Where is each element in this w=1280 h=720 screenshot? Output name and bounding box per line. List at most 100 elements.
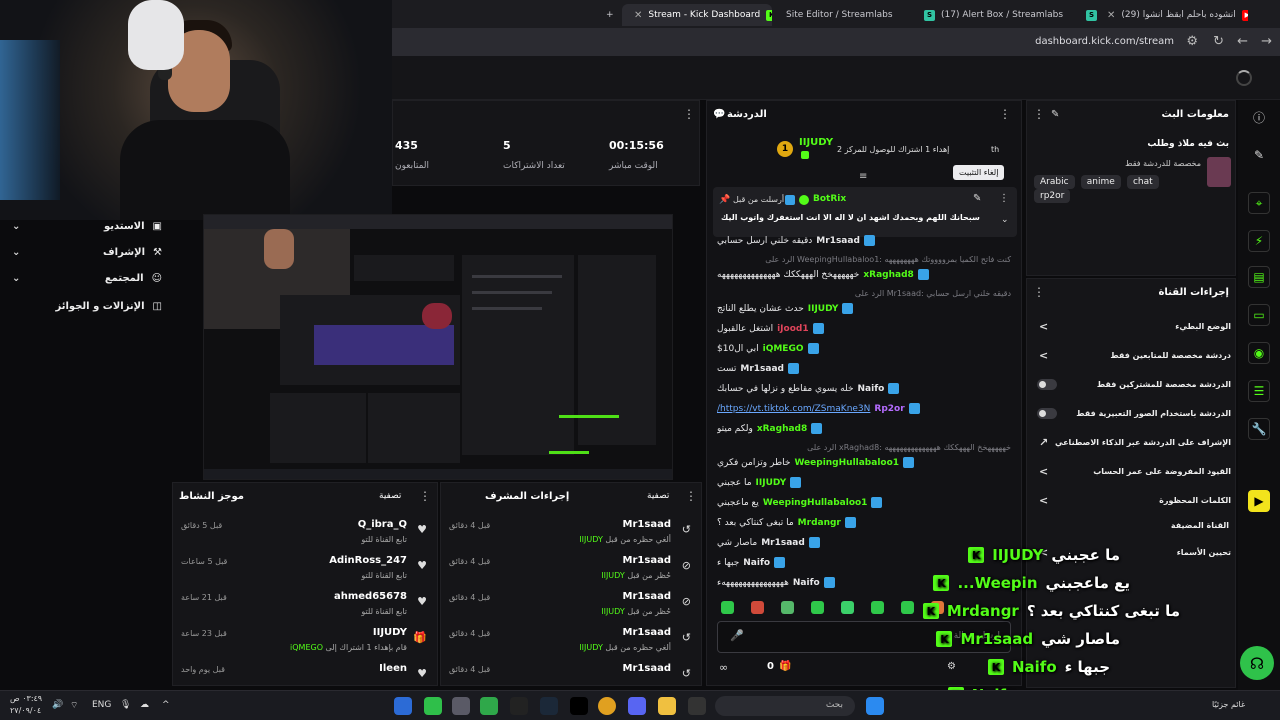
chevron-down-icon[interactable]: ⌄ (1001, 215, 1009, 225)
chat-username[interactable]: Naifo (793, 578, 820, 588)
chat-username[interactable]: xRaghad8 (863, 270, 913, 280)
emote-icon[interactable] (811, 601, 824, 614)
support-headset-icon[interactable]: ☊ (1240, 646, 1274, 680)
chat-message[interactable]: WeepingHullabaloo1 خاطر وتزامن فكري (717, 457, 1011, 468)
edit-icon[interactable]: ✎ (1248, 144, 1270, 166)
chat-message[interactable]: Naifo جبها ء (717, 557, 1011, 568)
mic-icon[interactable]: 🎙 (120, 700, 131, 710)
list-icon[interactable]: ▤ (1248, 266, 1270, 288)
activity-user[interactable]: IIJUDY (373, 627, 407, 638)
chat-message[interactable]: Mr1saad تست (717, 363, 1011, 374)
site-settings-icon[interactable]: ⚙ (1186, 34, 1198, 49)
emote-icon[interactable] (721, 601, 734, 614)
activity-item[interactable]: ♥ AdinRoss_247 تابع القناة للتو قبل 5 ساعات (173, 551, 437, 587)
mod-target-user[interactable]: Mr1saad (623, 627, 671, 638)
chat-username[interactable]: xRaghad8 (757, 424, 807, 434)
settings-app-icon[interactable] (452, 697, 470, 715)
setting-followers-only[interactable]: < دردشة مخصصة للمتابعين فقط (1033, 344, 1231, 366)
activity-sub-user[interactable]: iQMEGO (290, 643, 323, 652)
app-icon[interactable] (570, 697, 588, 715)
file-explorer-icon[interactable] (658, 697, 676, 715)
mod-by-user[interactable]: IIJUDY (579, 643, 603, 652)
chat-username[interactable]: Mrdangr (798, 518, 841, 528)
chat-link[interactable]: https://vt.tiktok.com/ZSmaKne3N/ (717, 404, 870, 414)
clip-icon[interactable]: ⌖ (1248, 192, 1270, 214)
chat-username[interactable]: Mr1saad (761, 538, 805, 548)
setting-banned-words[interactable]: < الكلمات المحظورة (1033, 489, 1231, 511)
chat-message[interactable]: Mrdangr ما تبغى كنتاكي بعد ؟ (717, 517, 1011, 528)
app-icon[interactable] (688, 697, 706, 715)
unpin-icon[interactable]: ✎ (973, 193, 981, 204)
tab-alert-box[interactable]: S (17) Alert Box / Streamlabs (916, 4, 1076, 26)
mod-action-item[interactable]: ⊘ Mr1saad IIJUDY حُظر من قبل قبل 4 دقائق (441, 551, 701, 587)
filter-button[interactable]: تصفية (379, 491, 401, 501)
taskbar-search[interactable]: بحث (715, 696, 855, 716)
windows-start-icon[interactable] (866, 697, 884, 715)
more-icon[interactable]: ⋮ (685, 489, 697, 503)
xbox-icon[interactable] (480, 697, 498, 715)
onedrive-icon[interactable]: ☁ (140, 700, 149, 710)
activity-item[interactable]: ♥ Q_ibra_Q تابع القناة للتو قبل 5 دقائق (173, 515, 437, 551)
setting-subscribers-only[interactable]: الدردشة مخصصة للمشتركين فقط (1033, 373, 1231, 395)
chat-username[interactable]: IIJUDY (808, 304, 839, 314)
chat-username[interactable]: Naifo (743, 558, 770, 568)
setting-slow-mode[interactable]: < الوضع البطيء (1033, 315, 1231, 337)
chat-message[interactable]: Naifo خله يسوي مقاطع و نزلها في حسابك (717, 383, 1011, 394)
chat-username[interactable]: Mr1saad (740, 364, 784, 374)
chat-message[interactable]: Rp2or https://vt.tiktok.com/ZSmaKne3N/ (717, 403, 1011, 414)
chat-message[interactable]: Mr1saad دقيقه خلني ارسل حسابي (717, 235, 1011, 246)
chat-message[interactable]: IIJUDY ما عجبني (717, 477, 1011, 488)
mod-by-user[interactable]: IIJUDY (601, 571, 625, 580)
more-icon[interactable]: ⋮ (1033, 285, 1045, 299)
edit-icon[interactable]: ✎ (1051, 109, 1059, 120)
epic-games-icon[interactable] (510, 697, 528, 715)
mic-icon[interactable]: 🎤 (730, 629, 744, 642)
emote-icon[interactable] (871, 601, 884, 614)
sidebar-item-community[interactable]: ⌄ المجتمع ☺ (10, 268, 162, 288)
more-icon[interactable]: ⋮ (999, 193, 1009, 204)
wrench-icon[interactable]: 🔧 (1248, 418, 1270, 440)
activity-user[interactable]: ahmed65678 (334, 591, 407, 602)
chat-message[interactable]: xRaghad8 ولكم ميتو (717, 423, 1011, 434)
mod-by-user[interactable]: IIJUDY (601, 607, 625, 616)
chat-username[interactable]: iJood1 (777, 324, 809, 334)
filter-button[interactable]: تصفية (647, 491, 669, 501)
lightning-icon[interactable]: ⚡ (1248, 230, 1270, 252)
chat-username[interactable]: WeepingHullabaloo1 (763, 498, 868, 508)
sidebar-item-drops[interactable]: الإنزالات و الجوائز ◫ (10, 296, 162, 316)
tab-youtube[interactable]: S ✕ (29) انشوده باحلم ابقظ انشوا ▶ (1078, 4, 1248, 26)
more-icon[interactable]: ⋮ (1033, 107, 1045, 121)
chat-username[interactable]: Naifo (858, 384, 885, 394)
sidebar-item-studio[interactable]: ⌄ الاستديو ▣ (10, 216, 162, 236)
chat-username[interactable]: Rp2or (874, 404, 904, 414)
more-icon[interactable]: ⋮ (683, 107, 695, 121)
subscribers-only-toggle[interactable] (1037, 378, 1057, 390)
setting-ai-moderation[interactable]: ↗ الإشراف على الدردشة عبر الذكاء الاصطنا… (1033, 431, 1231, 453)
forward-icon[interactable]: → (1261, 34, 1272, 49)
mod-action-item[interactable]: ↺ Mr1saad IIJUDY ألغي حظره من قبل قبل 4 دقا… (441, 623, 701, 659)
mod-target-user[interactable]: Mr1saad (623, 663, 671, 674)
close-icon[interactable]: ✕ (1107, 10, 1115, 21)
emote-icon[interactable] (781, 601, 794, 614)
mod-by-user[interactable]: IIJUDY (579, 535, 603, 544)
app-icon[interactable] (394, 697, 412, 715)
settings-icon[interactable]: ☰ (1248, 380, 1270, 402)
activity-user[interactable]: Q_ibra_Q (358, 519, 407, 530)
mod-target-user[interactable]: Mr1saad (623, 591, 671, 602)
volume-icon[interactable]: 🔊 (52, 700, 63, 710)
activity-item[interactable]: 🎁 IIJUDY iQMEGO قام بإهداء 1 اشتراك إلى قبل… (173, 623, 437, 659)
more-icon[interactable]: ⋮ (999, 107, 1011, 121)
discord-icon[interactable] (628, 697, 646, 715)
info-icon[interactable]: ⓘ (1248, 106, 1270, 128)
clips-icon[interactable]: ▶ (1248, 490, 1270, 512)
mod-action-item[interactable]: ⊘ Mr1saad IIJUDY حُظر من قبل قبل 4 دقائق (441, 587, 701, 623)
gift-icon[interactable]: 🎁 (779, 661, 791, 672)
url-field[interactable]: dashboard.kick.com/stream (1035, 36, 1174, 47)
mod-action-item[interactable]: ↺ Mr1saad IIJUDY ألغي حظره من قبل قبل 4 دقا… (441, 515, 701, 551)
wifi-icon[interactable]: ⌔ (70, 700, 78, 711)
chat-message[interactable]: xRaghad8 خهههههخخ الهههككك هههههههههههههه… (717, 269, 1011, 280)
new-tab-button[interactable]: + (598, 4, 622, 26)
back-icon[interactable]: ← (1237, 34, 1248, 49)
reload-icon[interactable]: ↻ (1213, 34, 1224, 49)
chat-username[interactable]: IIJUDY (756, 478, 787, 488)
